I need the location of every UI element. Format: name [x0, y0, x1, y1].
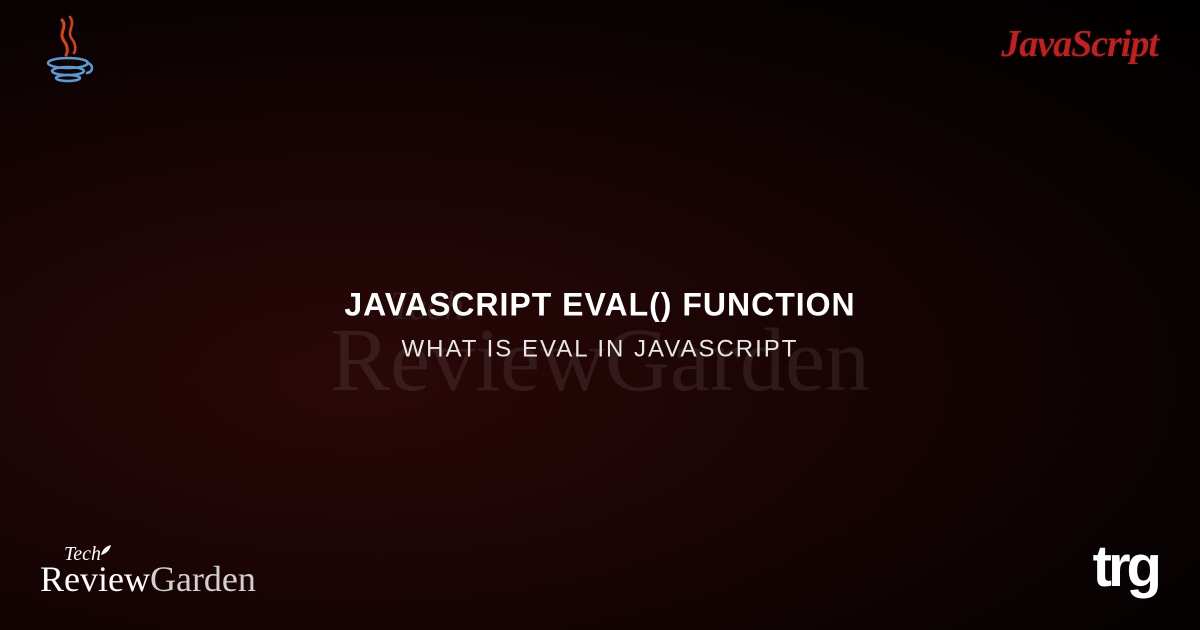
javascript-logo-text: JavaScript — [1001, 22, 1158, 66]
page-title: JAVASCRIPT EVAL() FUNCTION — [0, 287, 1200, 324]
page-subtitle: WHAT IS EVAL IN JAVASCRIPT — [0, 336, 1200, 364]
brand-review-text: Review — [40, 559, 150, 599]
main-content: JAVASCRIPT EVAL() FUNCTION WHAT IS EVAL … — [0, 287, 1200, 364]
brand-garden-text: Garden — [150, 559, 256, 599]
brand-logo-full: Tech ReviewGarden — [40, 543, 256, 600]
java-logo-icon — [40, 15, 100, 90]
brand-logo-short: trg — [1093, 533, 1158, 600]
